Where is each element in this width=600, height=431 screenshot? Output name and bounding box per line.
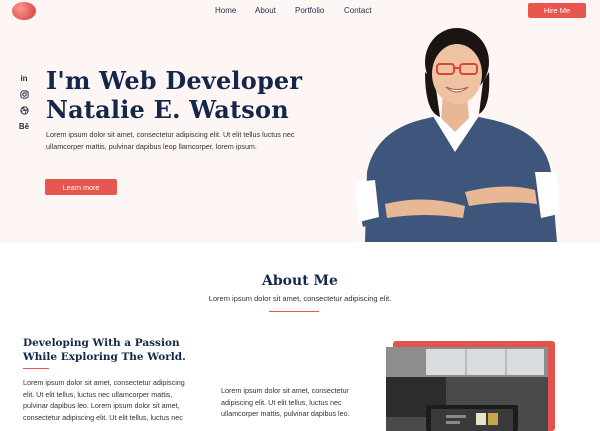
about-heading: Developing With a Passion While Explorin… <box>23 336 186 364</box>
about-workspace-image <box>386 347 548 431</box>
about-subtitle: Lorem ipsum dolor sit amet, consectetur … <box>208 294 392 303</box>
dribbble-icon[interactable] <box>17 102 31 118</box>
main-nav: Home About Portfolio Contact <box>0 6 600 18</box>
about-divider <box>269 311 319 312</box>
learn-more-button[interactable]: Learn more <box>45 179 117 195</box>
social-links: in Bē <box>17 70 31 134</box>
nav-contact[interactable]: Contact <box>344 6 372 15</box>
hero-portrait-image <box>345 22 565 242</box>
hero-headline: I'm Web Developer Natalie E. Watson <box>46 66 302 124</box>
about-heading-line-2: While Exploring The World. <box>23 351 186 363</box>
behance-icon[interactable]: Bē <box>17 118 31 134</box>
nav-about[interactable]: About <box>255 6 276 15</box>
headline-line-1: I'm Web Developer <box>46 66 303 95</box>
hero-description: Lorem ipsum dolor sit amet, consectetur … <box>46 130 295 151</box>
about-title: About Me <box>262 273 338 289</box>
about-heading-line-1: Developing With a Passion <box>23 337 180 349</box>
nav-portfolio[interactable]: Portfolio <box>295 6 324 15</box>
linkedin-icon[interactable]: in <box>17 70 31 86</box>
instagram-icon[interactable] <box>17 86 31 102</box>
nav-home[interactable]: Home <box>215 6 236 15</box>
hire-me-button[interactable]: Hire Me <box>528 3 586 18</box>
about-text-column-2: Lorem ipsum dolor sit amet, consectetur … <box>221 386 350 419</box>
about-text-column-1: Lorem ipsum dolor sit amet, consectetur … <box>23 378 185 422</box>
headline-line-2: Natalie E. Watson <box>46 95 289 124</box>
about-heading-divider <box>23 368 49 369</box>
